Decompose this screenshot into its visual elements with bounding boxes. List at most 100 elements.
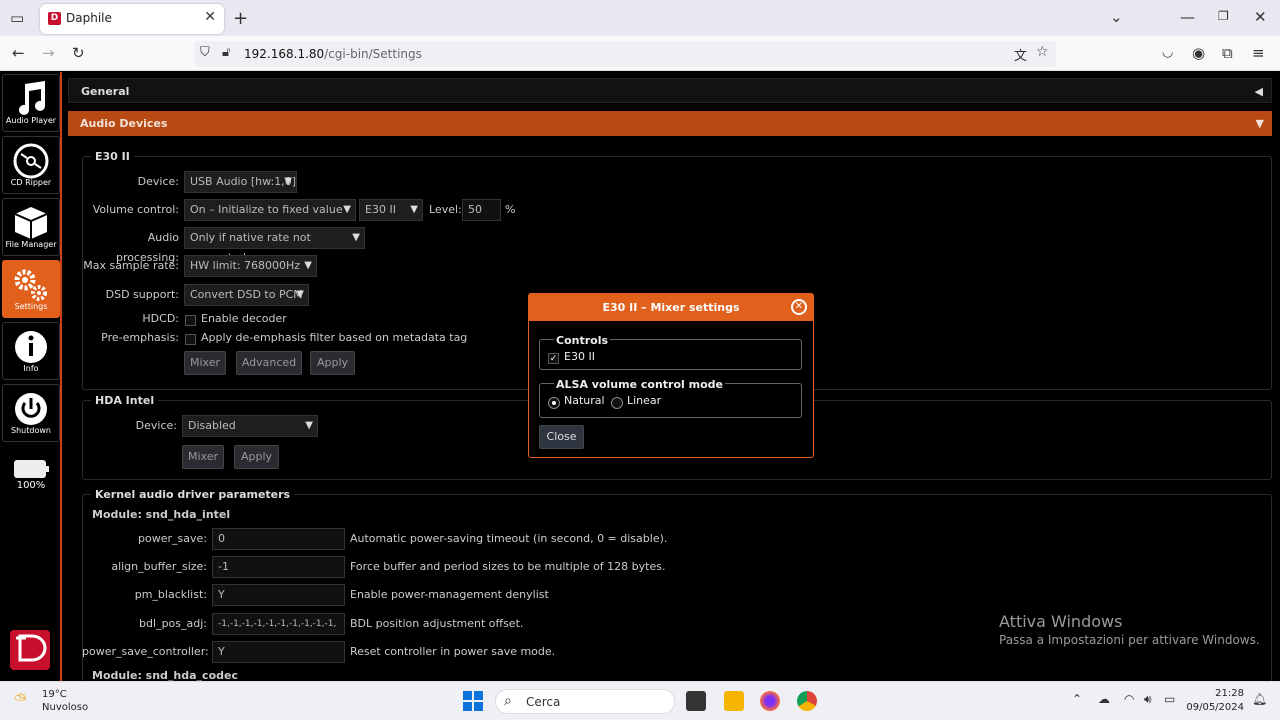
restore-icon[interactable]: ❐ xyxy=(1218,9,1229,23)
param-label: power_save: xyxy=(138,532,207,545)
expand-down-icon: ▼ xyxy=(1255,117,1264,130)
weather-cloud-sun-icon[interactable]: ⛅︎ xyxy=(14,690,27,710)
notification-bell-icon[interactable]: 🔔︎ xyxy=(1252,692,1267,706)
taskbar-search[interactable]: ⌕ Cerca xyxy=(495,689,675,714)
param-power-save-controller-input[interactable]: Y xyxy=(212,641,345,663)
task-view-icon[interactable] xyxy=(686,691,706,711)
e30-mixer-button[interactable]: Mixer xyxy=(184,351,226,375)
param-pm-blacklist-input[interactable]: Y xyxy=(212,584,345,606)
tab-title: Daphile xyxy=(66,11,112,25)
translate-icon[interactable]: 文 xyxy=(1014,45,1027,64)
sidebar-item-shutdown[interactable]: Shutdown xyxy=(2,384,60,442)
alsa-mode-group: ALSA volume control mode Natural Linear xyxy=(539,378,802,418)
dropdown-arrow-icon: ▼ xyxy=(284,176,292,187)
hda-device-label: Device: xyxy=(135,419,177,432)
max-sample-rate-select[interactable]: HW limit: 768000Hz ▼ xyxy=(184,255,317,277)
controls-group: Controls ✓ E30 II xyxy=(539,334,802,370)
dsd-support-label: DSD support: xyxy=(105,288,179,301)
device-select[interactable]: USB Audio [hw:1,0] ▼ xyxy=(184,171,297,193)
app-sidebar: Audio Player CD Ripper File Manager Sett… xyxy=(0,72,62,681)
e30-apply-button[interactable]: Apply xyxy=(310,351,355,375)
e30-advanced-button[interactable]: Advanced xyxy=(236,351,302,375)
close-circle-icon[interactable]: ✕ xyxy=(791,299,807,315)
param-description: BDL position adjustment offset. xyxy=(350,617,524,630)
alsa-mode-title: ALSA volume control mode xyxy=(554,378,725,391)
file-explorer-icon[interactable] xyxy=(724,691,744,711)
hda-apply-button[interactable]: Apply xyxy=(234,445,279,469)
hdcd-checkbox[interactable] xyxy=(185,315,196,326)
mixer-settings-dialog: E30 II – Mixer settings ✕ Controls ✓ E30… xyxy=(528,293,814,458)
menu-icon[interactable]: ≡ xyxy=(1252,44,1265,62)
level-input[interactable]: 50 xyxy=(462,199,501,221)
wifi-icon[interactable]: ◠ xyxy=(1124,692,1134,706)
bookmark-star-icon[interactable]: ☆ xyxy=(1036,44,1049,60)
param-align-buffer-size-input[interactable]: -1 xyxy=(212,556,345,578)
sidebar-item-settings[interactable]: Settings xyxy=(2,260,60,318)
section-general[interactable]: General ◀ xyxy=(68,78,1272,103)
extensions-icon[interactable]: ⧉ xyxy=(1222,44,1233,62)
sidebar-item-audio-player[interactable]: Audio Player xyxy=(2,74,60,132)
browser-tab[interactable]: D Daphile ✕ xyxy=(40,4,224,34)
shield-icon[interactable]: ⛉ xyxy=(200,45,210,60)
windows-start-icon[interactable] xyxy=(463,691,483,711)
url-bar[interactable]: ⛉ 🔓︎ 192.168.1.80/cgi-bin/Settings 文 ☆ xyxy=(194,41,1056,67)
new-tab-icon[interactable]: + xyxy=(233,8,248,29)
minimize-icon[interactable]: — xyxy=(1180,8,1195,26)
search-placeholder: Cerca xyxy=(526,695,561,709)
sidebar-item-info[interactable]: Info xyxy=(2,322,60,380)
pre-emphasis-checkbox[interactable] xyxy=(185,334,196,345)
natural-radio[interactable] xyxy=(548,397,560,409)
sidebar-item-cd-ripper[interactable]: CD Ripper xyxy=(2,136,60,194)
module-snd-hda-codec: Module: snd_hda_codec xyxy=(92,669,238,681)
dialog-header: E30 II – Mixer settings ✕ xyxy=(529,294,813,321)
back-icon[interactable]: ← xyxy=(12,44,25,62)
insecure-lock-icon[interactable]: 🔓︎ xyxy=(222,45,230,60)
param-label: pm_blacklist: xyxy=(134,588,207,601)
chevron-down-icon[interactable]: ⌄ xyxy=(1110,8,1123,26)
reload-icon[interactable]: ↻ xyxy=(72,44,85,62)
battery-percentage: 100% xyxy=(16,480,46,491)
clock-time: 21:28 xyxy=(1215,688,1244,699)
pre-emphasis-label: Pre-emphasis: xyxy=(101,331,179,344)
windows-taskbar: ⛅︎ 19°C Nuvoloso ⌕ Cerca ⌃ ☁︎ ◠ 🔊︎ ▭ 21:… xyxy=(0,681,1280,720)
audio-processing-select[interactable]: Only if native rate not supported▼ xyxy=(184,227,365,264)
linear-radio[interactable] xyxy=(611,397,623,409)
weather-widget[interactable]: 19°C Nuvoloso xyxy=(42,688,88,714)
close-tab-icon[interactable]: ✕ xyxy=(204,9,216,25)
param-power-save-input[interactable]: 0 xyxy=(212,528,345,550)
dsd-support-select[interactable]: Convert DSD to PCM ▼ xyxy=(184,284,309,306)
box-icon xyxy=(14,207,48,239)
hda-device-select[interactable]: Disabled ▼ xyxy=(182,415,318,437)
account-icon[interactable]: ◉ xyxy=(1192,44,1205,62)
dialog-close-button[interactable]: Close xyxy=(539,425,584,449)
clock-date: 09/05/2024 xyxy=(1186,702,1244,713)
onedrive-icon[interactable]: ☁︎ xyxy=(1098,692,1110,706)
volume-icon[interactable]: 🔊︎ xyxy=(1144,692,1152,707)
taskbar-clock[interactable]: 21:28 09/05/2024 xyxy=(1186,687,1244,715)
volume-mixer-select[interactable]: E30 II ▼ xyxy=(359,199,423,221)
close-window-icon[interactable]: ✕ xyxy=(1254,8,1267,26)
chrome-icon[interactable] xyxy=(797,691,817,711)
param-bdl-pos-adj-input[interactable]: -1,-1,-1,-1,-1,-1,-1,-1,-1,-1, xyxy=(212,613,345,635)
cd-icon xyxy=(13,143,49,179)
battery-tray-icon[interactable]: ▭ xyxy=(1164,692,1175,706)
volume-control-label: Volume control: xyxy=(92,203,179,216)
weather-condition: Nuvoloso xyxy=(42,702,89,713)
search-icon: ⌕ xyxy=(504,693,512,709)
controls-title: Controls xyxy=(554,334,611,347)
pocket-icon[interactable]: ◡ xyxy=(1162,45,1173,60)
control-checkbox[interactable]: ✓ xyxy=(548,353,559,364)
browser-tab-bar: ▭ D Daphile ✕ + ⌄ — ❐ ✕ xyxy=(0,0,1280,36)
sidebar-item-file-manager[interactable]: File Manager xyxy=(2,198,60,256)
section-audio-devices[interactable]: Audio Devices ▼ xyxy=(68,111,1272,136)
hda-mixer-button[interactable]: Mixer xyxy=(182,445,224,469)
volume-control-select[interactable]: On – Initialize to fixed value ▼ xyxy=(184,199,356,221)
activation-watermark-title: Attiva Windows xyxy=(999,612,1123,631)
power-icon xyxy=(15,393,47,425)
forward-icon[interactable]: → xyxy=(42,44,55,62)
url-text: 192.168.1.80/cgi-bin/Settings xyxy=(244,47,422,61)
natural-label: Natural xyxy=(564,394,605,407)
tab-list-icon[interactable]: ▭ xyxy=(10,9,24,27)
chevron-up-icon[interactable]: ⌃ xyxy=(1072,692,1082,706)
firefox-icon[interactable] xyxy=(760,691,780,711)
